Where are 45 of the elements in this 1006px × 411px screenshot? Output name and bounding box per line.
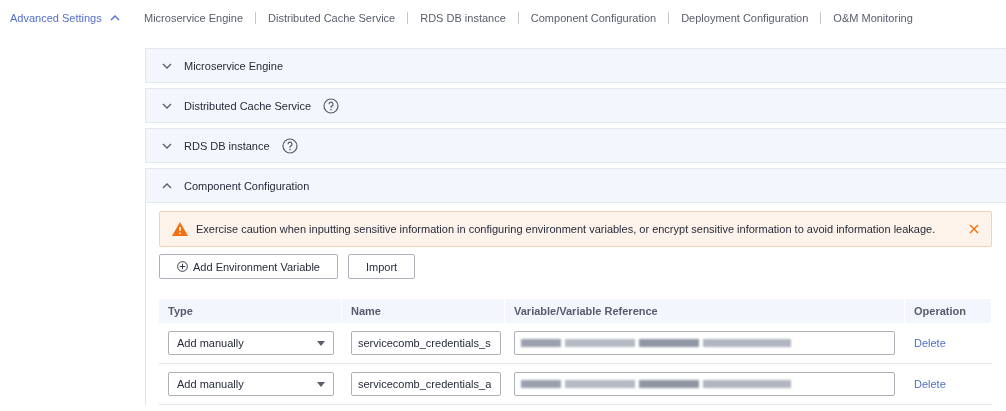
nav-link[interactable]: O&M Monitoring xyxy=(833,12,913,24)
column-header: Type xyxy=(159,299,342,323)
redacted-value-icon xyxy=(521,379,791,389)
add-icon xyxy=(177,261,188,272)
nav-link[interactable]: RDS DB instance xyxy=(420,12,506,24)
expand-icon xyxy=(162,62,172,69)
advanced-settings-label: Advanced Settings xyxy=(10,12,102,24)
alert-message: Exercise caution when inputting sensitive information in configuring environment variables, or encrypt sensitive information to avoid information leakage. xyxy=(196,223,937,235)
name-field[interactable]: servicecomb_credentials_a xyxy=(351,372,501,396)
warning-icon xyxy=(172,222,188,236)
caret-icon xyxy=(317,381,325,387)
column-header: Variable/Variable Reference xyxy=(505,299,905,323)
type-dropdown[interactable]: Add manually xyxy=(168,331,334,355)
delete-link[interactable]: Delete xyxy=(914,378,946,390)
value-field[interactable] xyxy=(514,331,895,355)
import-button[interactable]: Import xyxy=(348,254,416,279)
column-header: Name xyxy=(342,299,505,323)
name-field[interactable]: servicecomb_credentials_s xyxy=(351,331,501,355)
delete-link[interactable]: Delete xyxy=(914,337,946,349)
add-variable-button[interactable]: Add Environment Variable xyxy=(159,254,338,279)
help-icon[interactable] xyxy=(281,137,298,154)
nav-link[interactable]: Distributed Cache Service xyxy=(268,12,396,24)
section-title: RDS DB instance xyxy=(184,139,270,152)
nav-link[interactable]: Component Configuration xyxy=(530,12,657,24)
close-icon[interactable] xyxy=(969,224,979,234)
section-header[interactable]: Microservice Engine xyxy=(145,48,1006,83)
expand-icon xyxy=(162,102,172,109)
section-title: Distributed Cache Service xyxy=(184,99,312,112)
section-title: Microservice Engine xyxy=(184,59,284,72)
collapse-icon xyxy=(162,182,172,189)
nav-link[interactable]: Deployment Configuration xyxy=(681,12,809,24)
collapse-icon xyxy=(109,15,120,21)
expand-icon xyxy=(162,142,172,149)
value-field[interactable] xyxy=(514,372,895,396)
section-header[interactable]: Component Configuration xyxy=(145,168,1006,203)
advanced-settings-toggle[interactable]: Advanced Settings xyxy=(0,12,144,24)
caret-icon xyxy=(317,340,325,346)
nav-link[interactable]: Microservice Engine xyxy=(144,12,244,24)
type-dropdown[interactable]: Add manually xyxy=(168,372,334,396)
section-title: Component Configuration xyxy=(184,179,310,192)
section-header[interactable]: RDS DB instance xyxy=(145,128,1006,163)
help-icon[interactable] xyxy=(323,97,340,114)
section-header[interactable]: Distributed Cache Service xyxy=(145,88,1006,123)
redacted-value-icon xyxy=(521,338,791,348)
column-header: Operation xyxy=(905,299,992,323)
